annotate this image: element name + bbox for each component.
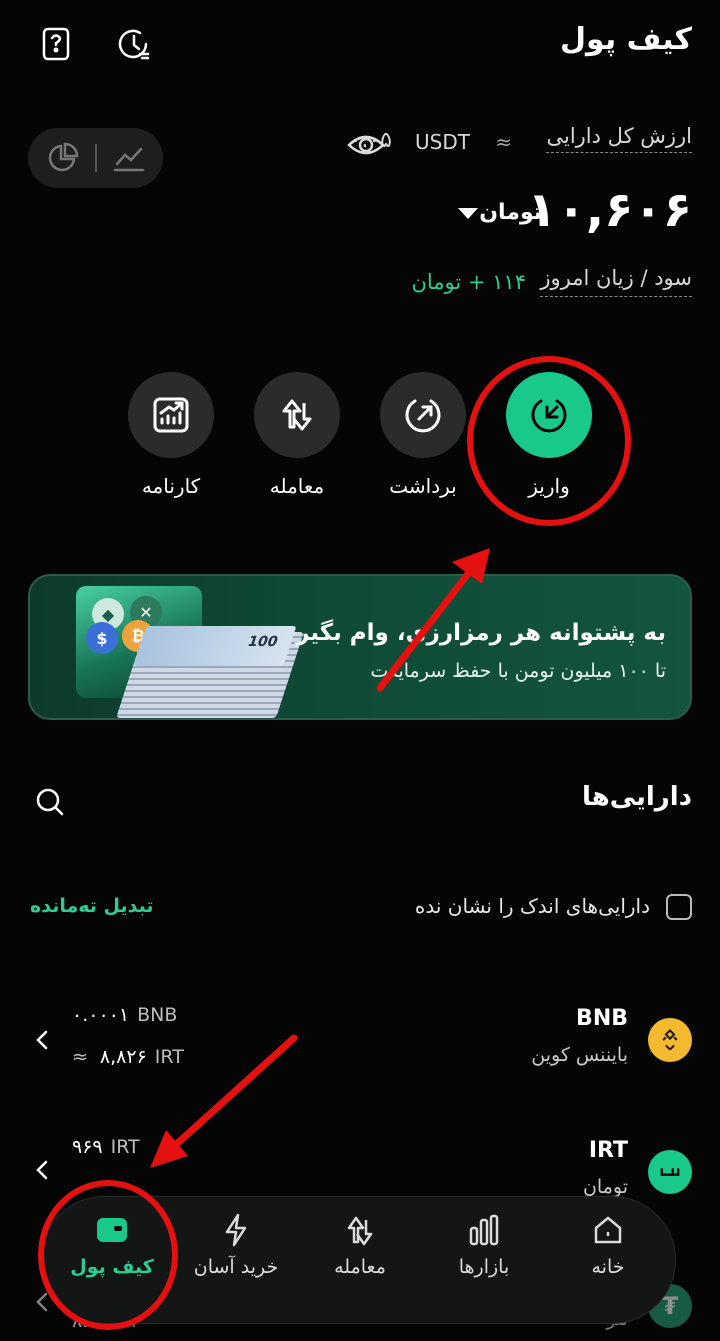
nav-home-label: خانه	[591, 1256, 625, 1278]
nav-easy-buy-label: خرید آسان	[193, 1256, 279, 1278]
asset-value: ≈۸,۸۲۶ IRT	[72, 1046, 184, 1068]
wallet-highlight-ring	[38, 1180, 178, 1330]
arrow-to-wallet	[166, 1034, 298, 1154]
withdraw-icon	[380, 372, 466, 458]
balance-amount: ۱۰,۶۰۶	[527, 182, 692, 238]
amount-value: ۰.۰۰۰۱	[72, 1004, 130, 1026]
hide-small-label[interactable]: دارایی‌های اندک را نشان نده	[415, 894, 650, 918]
chevron-left-icon[interactable]	[34, 1158, 50, 1182]
bnb-coin-icon	[648, 1018, 692, 1062]
amount-unit: BNB	[137, 1004, 178, 1026]
report-label: کارنامه	[141, 474, 201, 498]
clock-history-icon[interactable]	[114, 24, 154, 64]
withdraw-button[interactable]: برداشت	[380, 372, 466, 498]
amount-unit: IRT	[110, 1136, 140, 1158]
coin-icon: $	[86, 622, 118, 654]
nav-markets-label: بازارها	[458, 1256, 510, 1278]
toman-icon	[648, 1150, 692, 1194]
bill-denomination: 100	[245, 634, 280, 650]
trade-arrows-icon	[254, 372, 340, 458]
asset-amount: ۰.۰۰۰۱ BNB	[72, 1004, 177, 1026]
nav-easy-buy[interactable]: خرید آسان	[176, 1212, 296, 1278]
trade-label: معامله	[269, 474, 325, 498]
pie-chart-icon[interactable]	[45, 140, 81, 176]
chart-report-icon	[128, 372, 214, 458]
approx-sign: ≈	[72, 1046, 88, 1068]
search-icon[interactable]	[34, 786, 66, 818]
chart-view-toggle[interactable]	[28, 128, 163, 188]
page-title: کیف پول	[560, 22, 692, 57]
deposit-highlight-ring	[467, 356, 631, 526]
banner-title: به پشتوانه هر رمزارزی، وام بگیر	[296, 620, 666, 646]
withdraw-label: برداشت	[389, 474, 457, 498]
asset-name: تومان	[582, 1176, 628, 1198]
line-chart-icon[interactable]	[111, 140, 147, 176]
help-doc-icon[interactable]	[36, 24, 76, 64]
asset-symbol: IRT	[588, 1138, 628, 1163]
value-amount: ۸,۸۲۶	[99, 1046, 147, 1068]
asset-symbol: BNB	[576, 1006, 628, 1031]
chevron-left-icon[interactable]	[34, 1028, 50, 1052]
pnl-value: ۱۱۴ + تومان	[411, 270, 526, 294]
markets-bars-icon	[469, 1214, 499, 1246]
nav-markets[interactable]: بازارها	[424, 1212, 544, 1278]
usdt-unit: USDT	[415, 130, 470, 154]
arrow-head-wallet	[150, 1130, 188, 1168]
loan-banner[interactable]: ◆ ✕ $ ₿ 100 به پشتوانه هر رمزارزی، وام ب…	[28, 574, 692, 720]
trade-button[interactable]: معامله	[254, 372, 340, 498]
toggle-divider	[94, 144, 97, 172]
bill-face: 100	[133, 626, 297, 666]
lightning-icon	[225, 1213, 247, 1247]
convert-dust-link[interactable]: تبدیل ته‌مانده	[30, 895, 153, 917]
hide-small-checkbox[interactable]	[666, 894, 692, 920]
asset-name: بایننس کوین	[531, 1044, 628, 1066]
banner-subtitle: تا ۱۰۰ میلیون تومن با حفظ سرمایه‌ت	[370, 660, 666, 682]
total-balance-label: ارزش کل دارایی	[546, 124, 692, 153]
nav-trade-label: معامله	[334, 1256, 386, 1278]
value-unit: IRT	[154, 1046, 184, 1068]
pnl-label: سود / زیان امروز	[540, 266, 692, 297]
trade-arrows-icon	[347, 1216, 373, 1246]
assets-title: دارایی‌ها	[582, 782, 692, 812]
currency-dropdown-icon[interactable]	[458, 208, 478, 219]
nav-home[interactable]: خانه	[548, 1212, 668, 1278]
nav-trade[interactable]: معامله	[300, 1212, 420, 1278]
report-button[interactable]: کارنامه	[128, 372, 214, 498]
eye-icon[interactable]	[346, 128, 386, 162]
amount-value: ۹۶۹	[72, 1136, 103, 1158]
asset-amount: ۹۶۹ IRT	[72, 1136, 140, 1158]
approx-sign: ≈	[495, 130, 512, 154]
balance-unit[interactable]: تومان	[479, 200, 542, 225]
home-icon	[594, 1216, 622, 1244]
